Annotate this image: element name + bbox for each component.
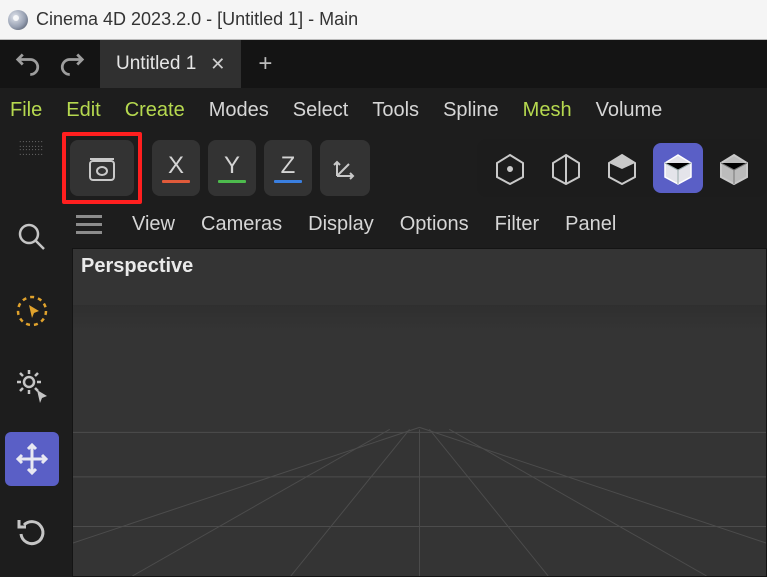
model-mode-button[interactable] bbox=[653, 143, 703, 193]
point-mode-button[interactable] bbox=[485, 143, 535, 193]
axis-y-button[interactable]: Y bbox=[208, 140, 256, 196]
grid-floor bbox=[73, 249, 766, 576]
menu-edit[interactable]: Edit bbox=[66, 99, 100, 122]
axis-x-button[interactable]: X bbox=[152, 140, 200, 196]
hamburger-icon[interactable] bbox=[72, 215, 106, 234]
axis-gizmo-icon bbox=[329, 152, 361, 184]
highlight-box bbox=[62, 132, 142, 204]
vpmenu-view[interactable]: View bbox=[132, 213, 175, 236]
move-button[interactable] bbox=[5, 432, 59, 486]
rotate-button[interactable] bbox=[5, 506, 59, 560]
viewport-row: View Cameras Display Options Filter Pane… bbox=[0, 204, 767, 577]
settings-button[interactable] bbox=[5, 358, 59, 412]
toolbar-grip: :::::::::::::::: bbox=[0, 132, 62, 204]
menu-create[interactable]: Create bbox=[125, 99, 185, 122]
tab-strip: Untitled 1 ✕ + bbox=[0, 40, 767, 88]
project-settings-icon bbox=[84, 150, 120, 186]
side-toolbar bbox=[0, 204, 64, 577]
menu-tools[interactable]: Tools bbox=[372, 99, 419, 122]
point-mode-icon bbox=[493, 151, 527, 185]
search-button[interactable] bbox=[5, 210, 59, 264]
texture-mode-icon bbox=[717, 151, 751, 185]
vpmenu-cameras[interactable]: Cameras bbox=[201, 213, 282, 236]
axis-z-label: Z bbox=[281, 154, 296, 178]
texture-mode-button[interactable] bbox=[709, 143, 759, 193]
live-selection-button[interactable] bbox=[5, 284, 59, 338]
axis-group: X Y Z bbox=[152, 140, 370, 196]
component-mode-group bbox=[477, 139, 767, 197]
menu-volume[interactable]: Volume bbox=[596, 99, 663, 122]
axis-y-label: Y bbox=[224, 154, 240, 178]
new-tab-button[interactable]: + bbox=[241, 50, 289, 78]
polygon-mode-button[interactable] bbox=[597, 143, 647, 193]
toolbar: :::::::::::::::: X Y Z bbox=[0, 132, 767, 204]
viewport-menu-bar: View Cameras Display Options Filter Pane… bbox=[64, 204, 767, 244]
viewport-panel: View Cameras Display Options Filter Pane… bbox=[64, 204, 767, 577]
tab-active[interactable]: Untitled 1 ✕ bbox=[100, 40, 241, 88]
edge-mode-button[interactable] bbox=[541, 143, 591, 193]
model-mode-icon bbox=[661, 151, 695, 185]
edge-mode-icon bbox=[549, 151, 583, 185]
menu-file[interactable]: File bbox=[10, 99, 42, 122]
axis-x-label: X bbox=[168, 154, 184, 178]
tab-label: Untitled 1 bbox=[116, 53, 196, 75]
menu-mesh[interactable]: Mesh bbox=[523, 99, 572, 122]
menu-modes[interactable]: Modes bbox=[209, 99, 269, 122]
axis-gizmo-button[interactable] bbox=[320, 140, 370, 196]
main-menu-bar: File Edit Create Modes Select Tools Spli… bbox=[0, 88, 767, 132]
polygon-mode-icon bbox=[605, 151, 639, 185]
viewport-canvas[interactable]: Perspective bbox=[72, 248, 767, 577]
plus-icon: + bbox=[258, 50, 272, 78]
search-icon bbox=[13, 218, 51, 256]
vpmenu-panel[interactable]: Panel bbox=[565, 213, 616, 236]
undo-icon[interactable] bbox=[14, 47, 44, 82]
vpmenu-display[interactable]: Display bbox=[308, 213, 374, 236]
redo-icon[interactable] bbox=[56, 47, 86, 82]
app-icon bbox=[8, 10, 28, 30]
axis-z-button[interactable]: Z bbox=[264, 140, 312, 196]
menu-spline[interactable]: Spline bbox=[443, 99, 499, 122]
history-controls bbox=[0, 47, 100, 82]
menu-select[interactable]: Select bbox=[293, 99, 349, 122]
rotate-icon bbox=[13, 514, 51, 552]
window-title: Cinema 4D 2023.2.0 - [Untitled 1] - Main bbox=[36, 9, 358, 30]
gear-icon bbox=[13, 366, 51, 404]
move-icon bbox=[13, 440, 51, 478]
live-selection-icon bbox=[13, 292, 51, 330]
window-title-bar: Cinema 4D 2023.2.0 - [Untitled 1] - Main bbox=[0, 0, 767, 40]
vpmenu-options[interactable]: Options bbox=[400, 213, 469, 236]
vpmenu-filter[interactable]: Filter bbox=[495, 213, 539, 236]
close-icon[interactable]: ✕ bbox=[210, 54, 225, 75]
project-settings-button[interactable] bbox=[70, 140, 134, 196]
